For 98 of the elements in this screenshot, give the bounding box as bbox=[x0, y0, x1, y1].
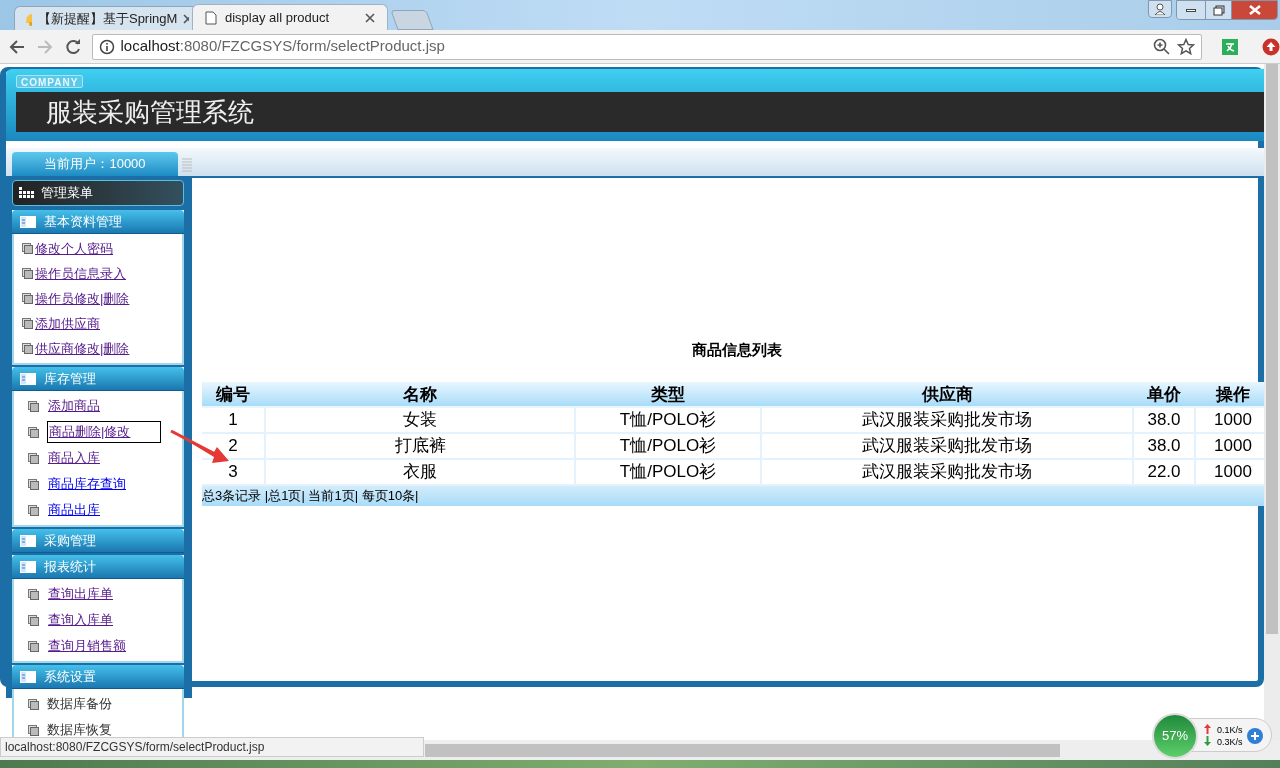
menu-link[interactable]: 查询月销售额 bbox=[47, 635, 127, 657]
table-cell: 38.0 bbox=[1134, 434, 1194, 458]
table-cell: 38.0 bbox=[1134, 408, 1194, 432]
column-header: 单价 bbox=[1146, 384, 1182, 406]
menu-link[interactable]: 查询出库单 bbox=[47, 583, 114, 605]
tab-title: 【新提醒】基于SpringM bbox=[37, 9, 178, 28]
upload-speed: 0.1K/s bbox=[1217, 724, 1243, 736]
minimize-icon bbox=[1186, 8, 1196, 12]
page-stack-icon bbox=[28, 452, 39, 464]
page-icon bbox=[205, 10, 217, 25]
page-stack-icon bbox=[22, 268, 33, 279]
menu-item[interactable]: 数据库备份 bbox=[47, 694, 112, 714]
url-text: localhost:8080/FZCGSYS/form/selectProduct.jsp bbox=[120, 36, 446, 57]
panel-icon bbox=[20, 215, 36, 228]
user-label: 当前用户：10000 bbox=[44, 155, 146, 174]
table-cell: 22.0 bbox=[1134, 460, 1194, 484]
menu-title: 管理菜单 bbox=[41, 184, 93, 203]
status-url: localhost:8080/FZCGSYS/form/selectProduct.jsp bbox=[5, 739, 265, 756]
grid-icon bbox=[19, 187, 35, 199]
page-stack-icon bbox=[22, 243, 33, 254]
page-stack-icon bbox=[28, 504, 39, 516]
menu-link[interactable]: 操作员修改|删除 bbox=[34, 287, 131, 310]
table-cell: 衣服 bbox=[266, 460, 574, 484]
panel-icon bbox=[20, 670, 36, 683]
up-arrow-icon bbox=[1204, 724, 1211, 734]
plus-icon bbox=[1250, 732, 1259, 740]
company-badge: COMPANY bbox=[16, 75, 84, 88]
address-bar[interactable]: localhost:8080/FZCGSYS/form/selectProduct.jsp bbox=[91, 33, 1203, 60]
profile-button[interactable] bbox=[1148, 0, 1172, 18]
page-stack-icon bbox=[28, 698, 39, 710]
scrollbar-thumb[interactable] bbox=[1266, 64, 1278, 634]
column-header: 操作 bbox=[1214, 384, 1251, 406]
menu-link[interactable]: 修改个人密码 bbox=[34, 237, 114, 260]
page-stack-icon bbox=[28, 400, 39, 412]
tab-title: display all product bbox=[225, 8, 331, 27]
column-header: 名称 bbox=[402, 384, 438, 406]
table-cell: 女装 bbox=[266, 408, 574, 432]
table-cell: 武汉服装采购批发市场 bbox=[762, 460, 1132, 484]
table-cell: 3 bbox=[202, 460, 264, 484]
panel-icon bbox=[20, 534, 36, 547]
page-stack-icon bbox=[22, 343, 33, 354]
page-stack-icon bbox=[28, 478, 39, 490]
table-cell: 1000 bbox=[1196, 460, 1264, 484]
table-cell: T恤/POLO衫 bbox=[576, 460, 760, 484]
bell-icon bbox=[23, 11, 32, 26]
menu-link[interactable]: 商品库存查询 bbox=[47, 473, 127, 495]
page-stack-icon bbox=[28, 724, 39, 736]
table-title: 商品信息列表 bbox=[692, 341, 782, 358]
column-header: 类型 bbox=[650, 384, 686, 406]
person-icon bbox=[1154, 3, 1166, 15]
down-arrow-icon bbox=[1204, 736, 1211, 746]
page-stack-icon bbox=[28, 426, 39, 438]
download-speed: 0.3K/s bbox=[1217, 736, 1243, 748]
page-stack-icon bbox=[22, 293, 33, 304]
restore-button[interactable] bbox=[1205, 1, 1231, 19]
table-cell: 2 bbox=[202, 434, 264, 458]
table-cell: 打底裤 bbox=[266, 434, 574, 458]
page-stack-icon bbox=[28, 588, 39, 600]
horizontal-scrollbar[interactable] bbox=[425, 744, 1060, 757]
menu-link[interactable]: 查询入库单 bbox=[47, 609, 114, 631]
table-cell: 武汉服装采购批发市场 bbox=[762, 434, 1132, 458]
menu-link[interactable]: 操作员信息录入 bbox=[34, 262, 127, 285]
annotation-arrow bbox=[170, 430, 230, 464]
close-button[interactable] bbox=[1231, 1, 1277, 19]
table-cell: 1000 bbox=[1196, 408, 1264, 432]
page-stack-icon bbox=[28, 614, 39, 626]
browser-tab[interactable]: display all product bbox=[192, 4, 388, 30]
column-header: 供应商 bbox=[920, 384, 974, 406]
menu-link[interactable]: 供应商修改|删除 bbox=[34, 337, 131, 360]
menu-link[interactable]: 商品删除|修改 bbox=[47, 421, 162, 443]
menu-link[interactable]: 添加供应商 bbox=[34, 312, 101, 335]
info-icon bbox=[98, 38, 115, 55]
table-cell: 1000 bbox=[1196, 434, 1264, 458]
translate-icon[interactable] bbox=[1222, 38, 1239, 55]
reload-icon[interactable] bbox=[63, 37, 82, 56]
bookmark-star-icon[interactable] bbox=[1177, 37, 1196, 56]
pagination-summary: 总3条记录 |总1页| 当前1页| 每页10条| bbox=[202, 487, 419, 506]
table-cell: 武汉服装采购批发市场 bbox=[762, 408, 1132, 432]
zoom-icon[interactable] bbox=[1153, 37, 1172, 56]
page-stack-icon bbox=[28, 640, 39, 652]
column-header: 编号 bbox=[215, 384, 251, 406]
panel-icon bbox=[20, 560, 36, 573]
page-stack-icon bbox=[22, 318, 33, 329]
grip-icon bbox=[182, 157, 192, 173]
app-title: 服装采购管理系统 bbox=[46, 95, 254, 129]
table-cell: T恤/POLO衫 bbox=[576, 408, 760, 432]
back-icon[interactable] bbox=[8, 37, 26, 56]
panel-icon bbox=[20, 372, 36, 385]
restore-icon bbox=[1212, 4, 1225, 16]
menu-link[interactable]: 商品入库 bbox=[47, 447, 101, 469]
upload-icon[interactable] bbox=[1262, 37, 1280, 56]
minimize-button[interactable] bbox=[1177, 1, 1205, 19]
menu-link[interactable]: 商品出库 bbox=[47, 499, 101, 521]
table-cell: 1 bbox=[202, 408, 264, 432]
menu-link[interactable]: 添加商品 bbox=[47, 395, 101, 417]
table-cell: T恤/POLO衫 bbox=[576, 434, 760, 458]
menu-item[interactable]: 数据库恢复 bbox=[47, 720, 112, 740]
memory-percent: 57% bbox=[1162, 727, 1188, 746]
